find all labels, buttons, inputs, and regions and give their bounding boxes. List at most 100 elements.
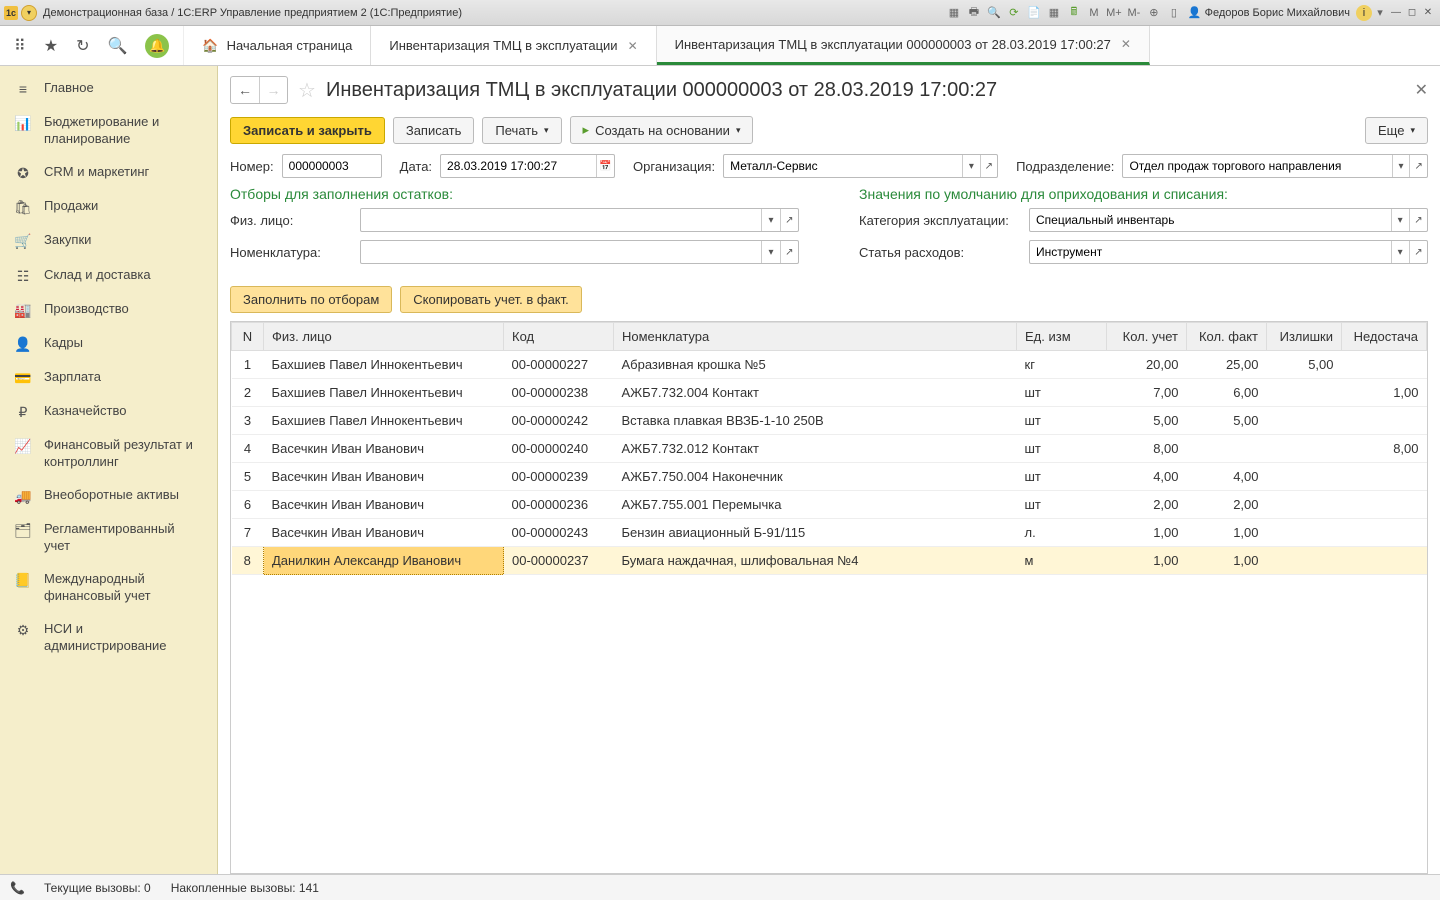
- table-row[interactable]: 2 Бахшиев Павел Иннокентьевич 00-0000023…: [232, 379, 1427, 407]
- back-button[interactable]: ←: [231, 77, 259, 103]
- tab-inventory-doc[interactable]: Инвентаризация ТМЦ в эксплуатации 000000…: [657, 26, 1150, 65]
- table-row[interactable]: 8 Данилкин Александр Иванович 00-0000023…: [232, 547, 1427, 575]
- category-input[interactable]: [1030, 213, 1391, 227]
- col-nomen[interactable]: Номенклатура: [614, 323, 1017, 351]
- sidebar-item-label: Склад и доставка: [44, 267, 151, 284]
- sidebar-item[interactable]: 🗂Регламентированный учет: [0, 513, 217, 563]
- number-input[interactable]: [283, 159, 381, 173]
- tab-inventory-list[interactable]: Инвентаризация ТМЦ в эксплуатации ✕: [371, 26, 656, 65]
- favorites-star-icon[interactable]: ★: [44, 36, 58, 56]
- open-ref-icon[interactable]: ↗: [780, 241, 798, 263]
- open-ref-icon[interactable]: ↗: [1409, 241, 1427, 263]
- calculator-icon[interactable]: 🖩: [1066, 5, 1082, 21]
- print-icon[interactable]: 🖶: [966, 5, 982, 21]
- print-button[interactable]: Печать▾: [482, 117, 561, 144]
- sidebar-item[interactable]: 📈Финансовый результат и контроллинг: [0, 429, 217, 479]
- close-window-button[interactable]: ✕: [1420, 6, 1436, 20]
- open-ref-icon[interactable]: ↗: [980, 155, 997, 177]
- table-row[interactable]: 6 Васечкин Иван Иванович 00-00000236 АЖБ…: [232, 491, 1427, 519]
- minimize-button[interactable]: —: [1388, 6, 1404, 20]
- col-qty-fact[interactable]: Кол. факт: [1187, 323, 1267, 351]
- sidebar-item[interactable]: 📊Бюджетирование и планирование: [0, 106, 217, 156]
- dropdown-icon[interactable]: ▾: [1391, 209, 1409, 231]
- sidebar-item[interactable]: ⚙НСИ и администрирование: [0, 613, 217, 663]
- table-row[interactable]: 5 Васечкин Иван Иванович 00-00000239 АЖБ…: [232, 463, 1427, 491]
- info-icon[interactable]: i: [1356, 5, 1372, 21]
- copy-to-fact-button[interactable]: Скопировать учет. в факт.: [400, 286, 581, 313]
- sidebar-item-label: НСИ и администрирование: [44, 621, 203, 655]
- date-input[interactable]: [441, 159, 596, 173]
- sidebar-item[interactable]: ✪CRM и маркетинг: [0, 156, 217, 190]
- user-menu[interactable]: 👤 Федоров Борис Михайлович: [1188, 6, 1350, 19]
- col-surplus[interactable]: Излишки: [1267, 323, 1342, 351]
- fill-by-filter-button[interactable]: Заполнить по отборам: [230, 286, 392, 313]
- person-filter-input[interactable]: [361, 213, 761, 227]
- table-row[interactable]: 4 Васечкин Иван Иванович 00-00000240 АЖБ…: [232, 435, 1427, 463]
- sidebar-item[interactable]: 💳Зарплата: [0, 361, 217, 395]
- filter-section-title: Отборы для заполнения остатков:: [230, 186, 799, 202]
- save-button[interactable]: Записать: [393, 117, 475, 144]
- calls-icon: 📞: [10, 881, 24, 895]
- maximize-button[interactable]: ◻: [1404, 6, 1420, 20]
- cell-nomen: АЖБ7.755.001 Перемычка: [614, 491, 1017, 519]
- sidebar-item[interactable]: 🚚Внеоборотные активы: [0, 479, 217, 513]
- history-icon[interactable]: ↻: [76, 36, 89, 56]
- calendar-picker-icon[interactable]: 📅: [596, 155, 614, 177]
- memory-m-icon[interactable]: M: [1086, 5, 1102, 21]
- sidebar-item[interactable]: ≡Главное: [0, 72, 217, 106]
- more-button[interactable]: Еще▾: [1365, 117, 1428, 144]
- table-row[interactable]: 1 Бахшиев Павел Иннокентьевич 00-0000022…: [232, 351, 1427, 379]
- open-ref-icon[interactable]: ↗: [780, 209, 798, 231]
- close-document-button[interactable]: ✕: [1415, 80, 1428, 100]
- col-person[interactable]: Физ. лицо: [264, 323, 504, 351]
- col-unit[interactable]: Ед. изм: [1017, 323, 1107, 351]
- close-icon[interactable]: ✕: [1121, 37, 1131, 51]
- col-shortage[interactable]: Недостача: [1342, 323, 1427, 351]
- nomen-filter-input[interactable]: [361, 245, 761, 259]
- sidebar-item[interactable]: 📒Международный финансовый учет: [0, 563, 217, 613]
- col-code[interactable]: Код: [504, 323, 614, 351]
- sidebar-item[interactable]: 🏭Производство: [0, 293, 217, 327]
- search-file-icon[interactable]: 🔍: [986, 5, 1002, 21]
- dropdown-icon[interactable]: ▾: [761, 209, 779, 231]
- col-n[interactable]: N: [232, 323, 264, 351]
- forward-button[interactable]: →: [259, 77, 287, 103]
- dropdown-icon[interactable]: ▾: [962, 155, 979, 177]
- sidebar-item[interactable]: 🛍Продажи: [0, 190, 217, 224]
- zoom-in-icon[interactable]: ⊕: [1146, 5, 1162, 21]
- sidebar-item[interactable]: ₽Казначейство: [0, 395, 217, 429]
- expense-input[interactable]: [1030, 245, 1391, 259]
- sidebar-item[interactable]: 👤Кадры: [0, 327, 217, 361]
- app-menu-dropdown[interactable]: ▾: [21, 5, 37, 21]
- save-and-close-button[interactable]: Записать и закрыть: [230, 117, 385, 144]
- table-row[interactable]: 3 Бахшиев Павел Иннокентьевич 00-0000024…: [232, 407, 1427, 435]
- dropdown-icon[interactable]: ▾: [1391, 241, 1409, 263]
- dropdown-icon[interactable]: ▾: [1392, 155, 1410, 177]
- cell-unit: шт: [1017, 491, 1107, 519]
- open-ref-icon[interactable]: ↗: [1409, 209, 1427, 231]
- sidebar-item[interactable]: ☷Склад и доставка: [0, 259, 217, 293]
- copy-icon[interactable]: 📄: [1026, 5, 1042, 21]
- items-table[interactable]: N Физ. лицо Код Номенклатура Ед. изм Кол…: [230, 321, 1428, 874]
- open-ref-icon[interactable]: ↗: [1409, 155, 1427, 177]
- close-icon[interactable]: ✕: [628, 39, 638, 53]
- sidebar-item[interactable]: 🛒Закупки: [0, 224, 217, 258]
- memory-mplus-icon[interactable]: M+: [1106, 5, 1122, 21]
- notifications-bell-icon[interactable]: 🔔: [145, 34, 169, 58]
- col-qty-acc[interactable]: Кол. учет: [1107, 323, 1187, 351]
- memory-mminus-icon[interactable]: M-: [1126, 5, 1142, 21]
- org-input[interactable]: [724, 159, 962, 173]
- print-preview-icon[interactable]: ▦: [946, 5, 962, 21]
- calendar-icon[interactable]: ▦: [1046, 5, 1062, 21]
- apps-grid-icon[interactable]: ⠿: [14, 36, 26, 56]
- favorite-star-icon[interactable]: ☆: [298, 78, 316, 103]
- dept-input[interactable]: [1123, 159, 1391, 173]
- search-icon[interactable]: 🔍: [107, 36, 127, 56]
- info-dropdown-icon[interactable]: ▾: [1372, 5, 1388, 21]
- panel-icon[interactable]: ▯: [1166, 5, 1182, 21]
- refresh-icon[interactable]: ⟳: [1006, 5, 1022, 21]
- table-row[interactable]: 7 Васечкин Иван Иванович 00-00000243 Бен…: [232, 519, 1427, 547]
- create-based-on-button[interactable]: ▸Создать на основании▾: [570, 116, 754, 144]
- dropdown-icon[interactable]: ▾: [761, 241, 779, 263]
- tab-home[interactable]: 🏠 Начальная страница: [184, 26, 371, 65]
